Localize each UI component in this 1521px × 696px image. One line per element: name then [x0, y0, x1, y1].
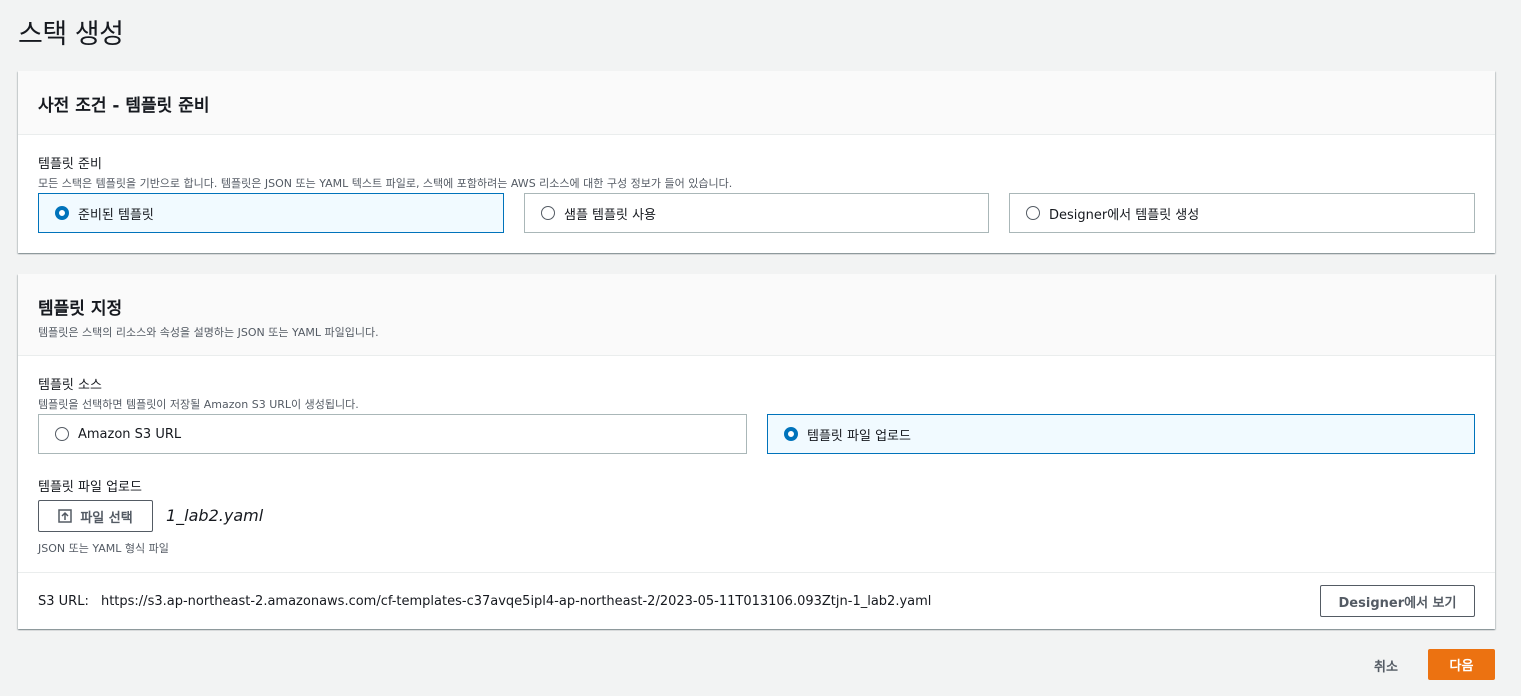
option-label: 샘플 템플릿 사용: [564, 207, 656, 223]
upload-template-label: 템플릿 파일 업로드: [38, 480, 142, 495]
radio-unchecked-icon[interactable]: [55, 427, 69, 441]
prepare-template-label: 템플릿 준비: [38, 157, 102, 172]
view-in-designer-button[interactable]: Designer에서 보기: [1320, 585, 1475, 617]
template-source-field: 템플릿 소스 템플릿을 선택하면 템플릿이 저장될 Amazon S3 URL이…: [38, 374, 359, 412]
file-format-hint: JSON 또는 YAML 형식 파일: [38, 542, 169, 555]
radio-unchecked-icon[interactable]: [541, 206, 555, 220]
option-label: 준비된 템플릿: [78, 207, 154, 223]
view-in-designer-label: Designer에서 보기: [1338, 595, 1457, 611]
next-button[interactable]: 다음: [1428, 649, 1495, 680]
s3-url-row: S3 URL: https://s3.ap-northeast-2.amazon…: [38, 594, 931, 609]
option-designer-template[interactable]: Designer에서 템플릿 생성: [1009, 193, 1475, 233]
option-label: Amazon S3 URL: [78, 426, 182, 442]
option-label: Designer에서 템플릿 생성: [1049, 207, 1200, 223]
prepare-template-desc: 모든 스택은 템플릿을 기반으로 합니다. 템플릿은 JSON 또는 YAML …: [38, 177, 733, 190]
template-source-label: 템플릿 소스: [38, 378, 102, 393]
specify-template-panel: 템플릿 지정 템플릿은 스택의 리소스와 속성을 설명하는 JSON 또는 YA…: [18, 274, 1495, 629]
cancel-button[interactable]: 취소: [1374, 656, 1398, 675]
radio-unchecked-icon[interactable]: [1026, 206, 1040, 220]
next-label: 다음: [1449, 659, 1474, 674]
prepare-template-field: 템플릿 준비 모든 스택은 템플릿을 기반으로 합니다. 템플릿은 JSON 또…: [38, 153, 732, 191]
choose-file-button[interactable]: 파일 선택: [38, 500, 153, 532]
page-title: 스택 생성: [18, 19, 124, 50]
s3-url-value: https://s3.ap-northeast-2.amazonaws.com/…: [100, 594, 932, 609]
option-amazon-s3-url[interactable]: Amazon S3 URL: [38, 414, 747, 454]
specify-template-desc: 템플릿은 스택의 리소스와 속성을 설명하는 JSON 또는 YAML 파일입니…: [38, 326, 379, 339]
radio-checked-icon[interactable]: [784, 427, 798, 441]
s3-url-label: S3 URL:: [38, 594, 89, 609]
prerequisite-header: 사전 조건 - 템플릿 준비: [18, 71, 1495, 135]
prerequisite-panel: 사전 조건 - 템플릿 준비 템플릿 준비 모든 스택은 템플릿을 기반으로 합…: [18, 71, 1495, 253]
option-sample-template[interactable]: 샘플 템플릿 사용: [524, 193, 989, 233]
upload-icon: [58, 509, 73, 523]
prerequisite-title: 사전 조건 - 템플릿 준비: [38, 96, 210, 116]
specify-template-title: 템플릿 지정: [38, 299, 123, 319]
specify-template-header: 템플릿 지정 템플릿은 스택의 리소스와 속성을 설명하는 JSON 또는 YA…: [18, 274, 1495, 356]
option-template-ready[interactable]: 준비된 템플릿: [38, 193, 504, 233]
template-source-desc: 템플릿을 선택하면 템플릿이 저장될 Amazon S3 URL이 생성됩니다.: [38, 398, 359, 411]
divider: [18, 572, 1495, 573]
option-label: 템플릿 파일 업로드: [807, 428, 911, 444]
option-upload-template-file[interactable]: 템플릿 파일 업로드: [767, 414, 1475, 454]
choose-file-label: 파일 선택: [80, 510, 133, 526]
selected-file-name: 1_lab2.yaml: [166, 506, 264, 525]
radio-checked-icon[interactable]: [55, 206, 69, 220]
